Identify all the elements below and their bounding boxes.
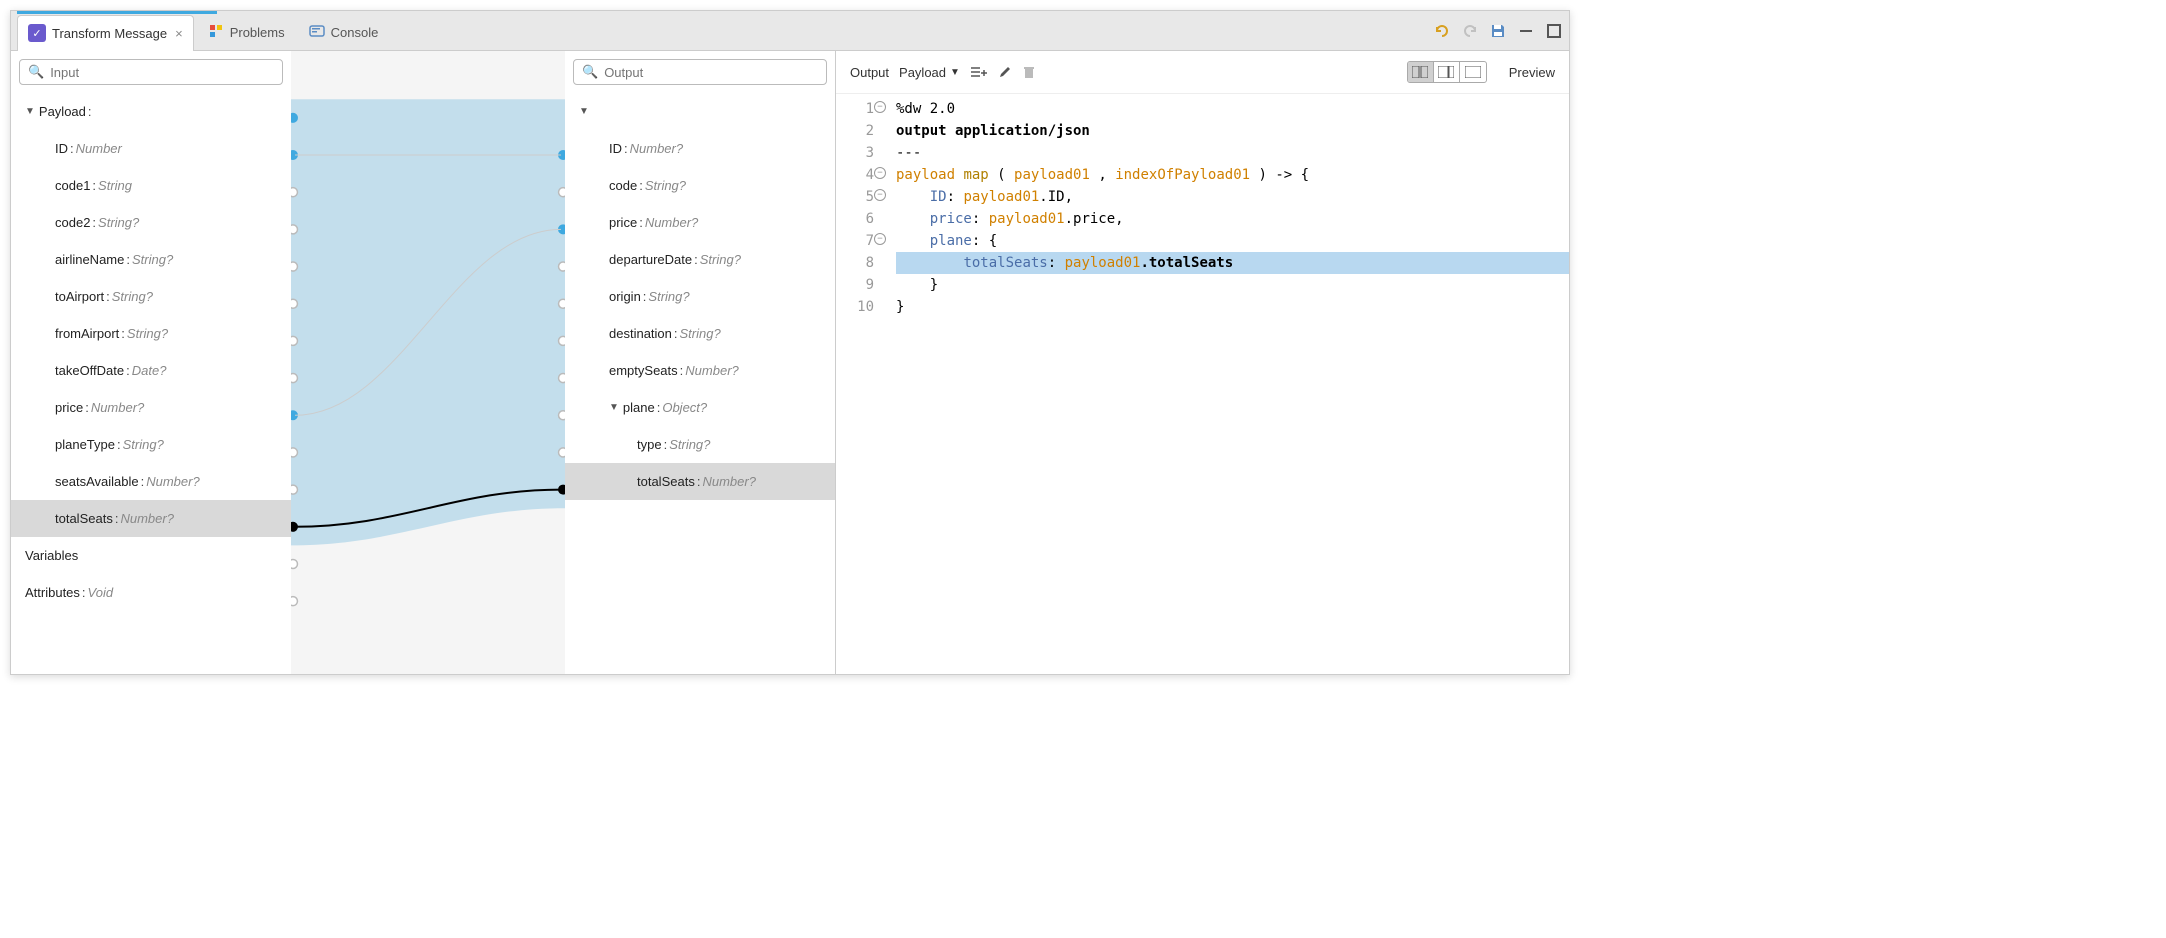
tree-row-airlinename[interactable]: airlineName : String? — [11, 241, 291, 278]
output-search[interactable]: 🔍 — [573, 59, 827, 85]
input-search-row: 🔍 — [11, 51, 291, 93]
input-search-field[interactable] — [50, 65, 274, 80]
caret-icon: ▼ — [25, 106, 35, 117]
code-line-4[interactable]: payload map ( payload01 , indexOfPayload… — [896, 164, 1569, 186]
delete-icon[interactable] — [1022, 65, 1036, 79]
tree-row-plane[interactable]: ▼plane : Object? — [565, 389, 835, 426]
mapping-pane: 🔍 ▼Payload : ArrayID : Numbercode1 : Str… — [11, 51, 836, 674]
tree-row-destination[interactable]: destination : String? — [565, 315, 835, 352]
tree-row-code1[interactable]: code1 : String — [11, 167, 291, 204]
input-tree-col: 🔍 ▼Payload : ArrayID : Numbercode1 : Str… — [11, 51, 291, 674]
input-tree: ▼Payload : ArrayID : Numbercode1 : Strin… — [11, 93, 291, 611]
redo-icon[interactable] — [1461, 22, 1479, 40]
tree-row-price[interactable]: price : Number? — [11, 389, 291, 426]
tree-row-code2[interactable]: code2 : String? — [11, 204, 291, 241]
mapping-canvas — [291, 51, 565, 674]
tree-row-fromairport[interactable]: fromAirport : String? — [11, 315, 291, 352]
add-target-icon[interactable] — [970, 65, 988, 79]
problems-icon — [208, 23, 224, 42]
tree-row-price[interactable]: price : Number? — [565, 204, 835, 241]
search-icon: 🔍 — [582, 64, 598, 80]
code-line-2[interactable]: output application/json — [896, 120, 1569, 142]
fold-icon[interactable]: − — [874, 233, 886, 245]
tab-console[interactable]: Console — [299, 15, 389, 51]
target-dropdown[interactable]: Payload ▼ — [899, 65, 960, 80]
tab-label: Console — [331, 25, 379, 40]
tree-row-seatsavailable[interactable]: seatsAvailable : Number? — [11, 463, 291, 500]
target-label: Payload — [899, 65, 946, 80]
layout-split-right[interactable] — [1434, 62, 1460, 82]
tabbar-actions — [1433, 22, 1563, 40]
tree-row-totalseats[interactable]: totalSeats : Number? — [11, 500, 291, 537]
tab-transform-message[interactable]: ✓ Transform Message × — [17, 15, 194, 51]
fold-icon[interactable]: − — [874, 189, 886, 201]
fold-icon[interactable]: − — [874, 101, 886, 113]
tab-problems[interactable]: Problems — [198, 15, 295, 51]
console-icon — [309, 23, 325, 42]
output-tree: ▼ArrayID : Number?code : String?price : … — [565, 93, 835, 500]
code-editor[interactable]: 1−234−5−67−8910 %dw 2.0output applicatio… — [836, 94, 1569, 674]
mapping-lines — [291, 51, 565, 674]
tree-row-type[interactable]: type : String? — [565, 426, 835, 463]
tree-row-origin[interactable]: origin : String? — [565, 278, 835, 315]
output-search-row: 🔍 — [565, 51, 835, 93]
code-toolbar: Output Payload ▼ — [836, 51, 1569, 94]
undo-icon[interactable] — [1433, 22, 1451, 40]
code-gutter: 1−234−5−67−8910 — [836, 94, 880, 674]
code-line-1[interactable]: %dw 2.0 — [896, 98, 1569, 120]
tree-row-totalseats[interactable]: totalSeats : Number? — [565, 463, 835, 500]
transform-icon: ✓ — [28, 24, 46, 42]
layout-split-left[interactable] — [1408, 62, 1434, 82]
code-lines: %dw 2.0output application/json---payload… — [880, 94, 1569, 674]
minimize-icon[interactable] — [1517, 22, 1535, 40]
search-icon: 🔍 — [28, 64, 44, 80]
tree-row-planetype[interactable]: planeType : String? — [11, 426, 291, 463]
code-line-3[interactable]: --- — [896, 142, 1569, 164]
edit-icon[interactable] — [998, 65, 1012, 79]
tree-row-emptyseats[interactable]: emptySeats : Number? — [565, 352, 835, 389]
code-line-8[interactable]: totalSeats: payload01.totalSeats — [896, 252, 1569, 274]
tree-row-array-object-[interactable]: ▼Array — [565, 93, 835, 130]
layout-buttons — [1407, 61, 1487, 83]
tree-row-id[interactable]: ID : Number? — [565, 130, 835, 167]
tab-accent — [17, 11, 217, 14]
tree-row-code[interactable]: code : String? — [565, 167, 835, 204]
maximize-icon[interactable] — [1545, 22, 1563, 40]
code-line-6[interactable]: price: payload01.price, — [896, 208, 1569, 230]
tree-row-id[interactable]: ID : Number — [11, 130, 291, 167]
code-line-9[interactable]: } — [896, 274, 1569, 296]
chevron-down-icon: ▼ — [950, 67, 960, 78]
close-icon[interactable]: × — [175, 26, 183, 41]
tree-row-departuredate[interactable]: departureDate : String? — [565, 241, 835, 278]
code-line-5[interactable]: ID: payload01.ID, — [896, 186, 1569, 208]
tree-row-takeoffdate[interactable]: takeOffDate : Date? — [11, 352, 291, 389]
tabbar: ✓ Transform Message × Problems Console — [11, 11, 1569, 51]
preview-button[interactable]: Preview — [1509, 65, 1555, 80]
output-label: Output — [850, 65, 889, 80]
tree-row-variables[interactable]: Variables — [11, 537, 291, 574]
code-pane: Output Payload ▼ — [836, 51, 1569, 674]
tab-label: Problems — [230, 25, 285, 40]
output-tree-col: 🔍 ▼ArrayID : Number?code : String?price … — [565, 51, 835, 674]
tree-row-toairport[interactable]: toAirport : String? — [11, 278, 291, 315]
output-search-field[interactable] — [604, 65, 818, 80]
tab-label: Transform Message — [52, 26, 167, 41]
app-root: ✓ Transform Message × Problems Console — [10, 10, 1570, 675]
input-search[interactable]: 🔍 — [19, 59, 283, 85]
layout-full[interactable] — [1460, 62, 1486, 82]
code-line-7[interactable]: plane: { — [896, 230, 1569, 252]
caret-icon: ▼ — [579, 106, 589, 117]
caret-icon: ▼ — [609, 402, 619, 413]
code-line-10[interactable]: } — [896, 296, 1569, 318]
tree-row-attributes[interactable]: Attributes : Void — [11, 574, 291, 611]
fold-icon[interactable]: − — [874, 167, 886, 179]
main: 🔍 ▼Payload : ArrayID : Numbercode1 : Str… — [11, 51, 1569, 674]
tree-row-payload[interactable]: ▼Payload : Array — [11, 93, 291, 130]
save-icon[interactable] — [1489, 22, 1507, 40]
